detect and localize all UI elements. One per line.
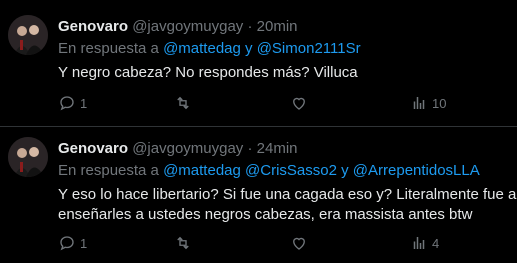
heart-icon (293, 237, 305, 250)
author-name[interactable]: Genovaro (58, 140, 128, 157)
retweet-icon (177, 96, 189, 110)
mention-link[interactable]: @Simon2111Sr (257, 40, 361, 57)
reply-prefix: En respuesta a (58, 40, 159, 57)
views-count: 10 (432, 95, 447, 111)
timestamp[interactable]: 20min (257, 18, 298, 35)
mention-link[interactable]: @mattedag @CrisSasso2 (163, 162, 337, 179)
tweet-1[interactable]: Genovaro @javgoymuygay · 20min En respue… (0, 0, 517, 126)
retweet-icon (177, 236, 189, 250)
tweet-text-line: Y eso lo hace libertario? Si fue una cag… (58, 186, 517, 203)
author-handle[interactable]: @javgoymuygay (132, 140, 243, 157)
separator-dot: · (247, 140, 253, 157)
tweet-actions: 1 4 (58, 234, 517, 254)
tweet-2[interactable]: Genovaro @javgoymuygay · 24min En respue… (0, 122, 517, 263)
reply-icon (60, 236, 74, 251)
mention-joiner: y (240, 40, 257, 57)
tweet-header: Genovaro @javgoymuygay · 24min (58, 140, 298, 157)
like-button[interactable] (290, 94, 312, 112)
retweet-button[interactable] (174, 94, 196, 112)
reply-prefix: En respuesta a (58, 162, 159, 179)
tweet-actions: 1 10 (58, 94, 517, 114)
views-icon (413, 237, 425, 249)
tweet-text-line: Y negro cabeza? No respondes más? Villuc… (58, 64, 358, 81)
retweet-button[interactable] (174, 234, 196, 252)
avatar[interactable] (8, 137, 48, 177)
author-name[interactable]: Genovaro (58, 18, 128, 35)
author-handle[interactable]: @javgoymuygay (132, 18, 243, 35)
reply-icon (60, 96, 74, 111)
views-button[interactable]: 10 (410, 94, 446, 112)
mention-link[interactable]: @ArrepentidosLLA (353, 162, 480, 179)
tweet-text: Y negro cabeza? No respondes más? Villuc… (58, 63, 358, 83)
tweet-header: Genovaro @javgoymuygay · 20min (58, 18, 298, 35)
reply-context: En respuesta a @mattedag @CrisSasso2 y @… (58, 162, 480, 179)
reply-button[interactable]: 1 (58, 94, 87, 112)
tweet-text: Y eso lo hace libertario? Si fue una cag… (58, 185, 516, 225)
like-button[interactable] (290, 234, 312, 252)
avatar-image (8, 137, 48, 177)
mention-link[interactable]: @mattedag (163, 40, 241, 57)
reply-button[interactable]: 1 (58, 234, 87, 252)
tweet-text-line: enseñarles a ustedes negros cabezas, era… (58, 206, 473, 223)
timestamp[interactable]: 24min (257, 140, 298, 157)
views-count: 4 (432, 235, 440, 251)
reply-context: En respuesta a @mattedag y @Simon2111Sr (58, 40, 361, 57)
mention-joiner: y (336, 162, 353, 179)
heart-icon (293, 97, 305, 110)
reply-count: 1 (80, 95, 88, 111)
views-button[interactable]: 4 (410, 234, 439, 252)
separator-dot: · (247, 18, 253, 35)
avatar-image (8, 15, 48, 55)
avatar[interactable] (8, 15, 48, 55)
reply-count: 1 (80, 235, 88, 251)
views-icon (413, 97, 425, 109)
